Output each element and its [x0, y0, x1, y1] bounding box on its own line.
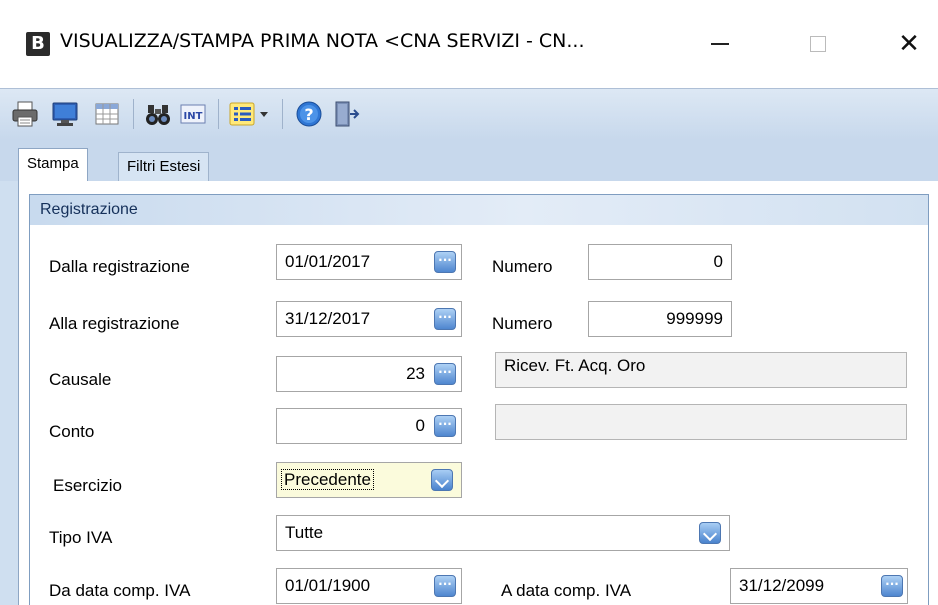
tipo-iva-label: Tipo IVA [49, 528, 113, 547]
minimize-icon [711, 43, 729, 45]
numero-a-field[interactable]: 999999 [588, 301, 732, 337]
esercizio-value: Precedente [281, 469, 374, 490]
da-data-comp-iva-label: Da data comp. IVA [49, 581, 191, 600]
window-title: VISUALIZZA/STAMPA PRIMA NOTA <CNA SERVIZ… [60, 30, 585, 52]
registrazione-group: Registrazione Dalla registrazione 01/01/… [29, 194, 929, 605]
svg-text:?: ? [304, 105, 313, 124]
esercizio-label: Esercizio [53, 476, 122, 495]
da-data-comp-iva-value: 01/01/1900 [285, 576, 371, 595]
tab-content: Registrazione Dalla registrazione 01/01/… [18, 181, 938, 605]
maximize-icon [810, 36, 826, 52]
conto-label: Conto [49, 422, 95, 441]
help-icon[interactable]: ? [294, 99, 324, 129]
tipo-iva-value: Tutte [285, 523, 324, 542]
printer-icon[interactable] [10, 99, 40, 129]
alla-registrazione-label: Alla registrazione [49, 314, 180, 333]
toolbar-separator [218, 99, 219, 129]
da-data-comp-iva-picker-button[interactable]: ··· [434, 575, 456, 597]
title-bar: B VISUALIZZA/STAMPA PRIMA NOTA <CNA SERV… [0, 0, 938, 88]
a-data-comp-iva-picker-button[interactable]: ··· [881, 575, 903, 597]
svg-text:INT: INT [184, 111, 203, 122]
app-logo-icon: B [26, 32, 50, 56]
causale-lookup-button[interactable]: ··· [434, 363, 456, 385]
numero-da-label: Numero [492, 257, 553, 276]
toolbar-separator [282, 99, 283, 129]
numero-a-label: Numero [492, 314, 553, 333]
main-panel: Registrazione Dalla registrazione 01/01/… [0, 181, 938, 605]
causale-description-field: Ricev. Ft. Acq. Oro [495, 352, 907, 388]
alla-registrazione-value: 31/12/2017 [285, 309, 371, 328]
tipo-iva-dropdown-button[interactable] [699, 522, 721, 544]
numero-da-field[interactable]: 0 [588, 244, 732, 280]
binoculars-icon[interactable] [143, 99, 173, 129]
monitor-icon[interactable] [50, 99, 80, 129]
spreadsheet-icon[interactable] [92, 99, 122, 129]
conto-lookup-button[interactable]: ··· [434, 415, 456, 437]
tipo-iva-select[interactable]: Tutte [276, 515, 730, 551]
dalla-registrazione-value: 01/01/2017 [285, 252, 371, 271]
conto-description-field [495, 404, 907, 440]
minimize-button[interactable] [695, 22, 745, 66]
maximize-button[interactable] [793, 22, 843, 66]
esercizio-dropdown-button[interactable] [431, 469, 453, 491]
dalla-registrazione-label: Dalla registrazione [49, 257, 190, 276]
dalla-registrazione-picker-button[interactable]: ··· [434, 251, 456, 273]
toolbar-separator [133, 99, 134, 129]
tab-strip: Stampa Filtri Estesi [0, 140, 938, 184]
tab-filtri-estesi[interactable]: Filtri Estesi [118, 152, 210, 182]
close-button[interactable]: ✕ [884, 22, 934, 66]
a-data-comp-iva-value: 31/12/2099 [739, 576, 825, 595]
int-icon[interactable]: INT [178, 99, 208, 129]
toolbar: INT ? [0, 88, 938, 140]
alla-registrazione-picker-button[interactable]: ··· [434, 308, 456, 330]
exit-door-icon[interactable] [332, 99, 362, 129]
tab-stampa[interactable]: Stampa [18, 148, 88, 184]
causale-label: Causale [49, 370, 112, 389]
list-options-icon[interactable] [228, 99, 274, 129]
group-title: Registrazione [30, 195, 928, 225]
a-data-comp-iva-label: A data comp. IVA [501, 581, 632, 600]
